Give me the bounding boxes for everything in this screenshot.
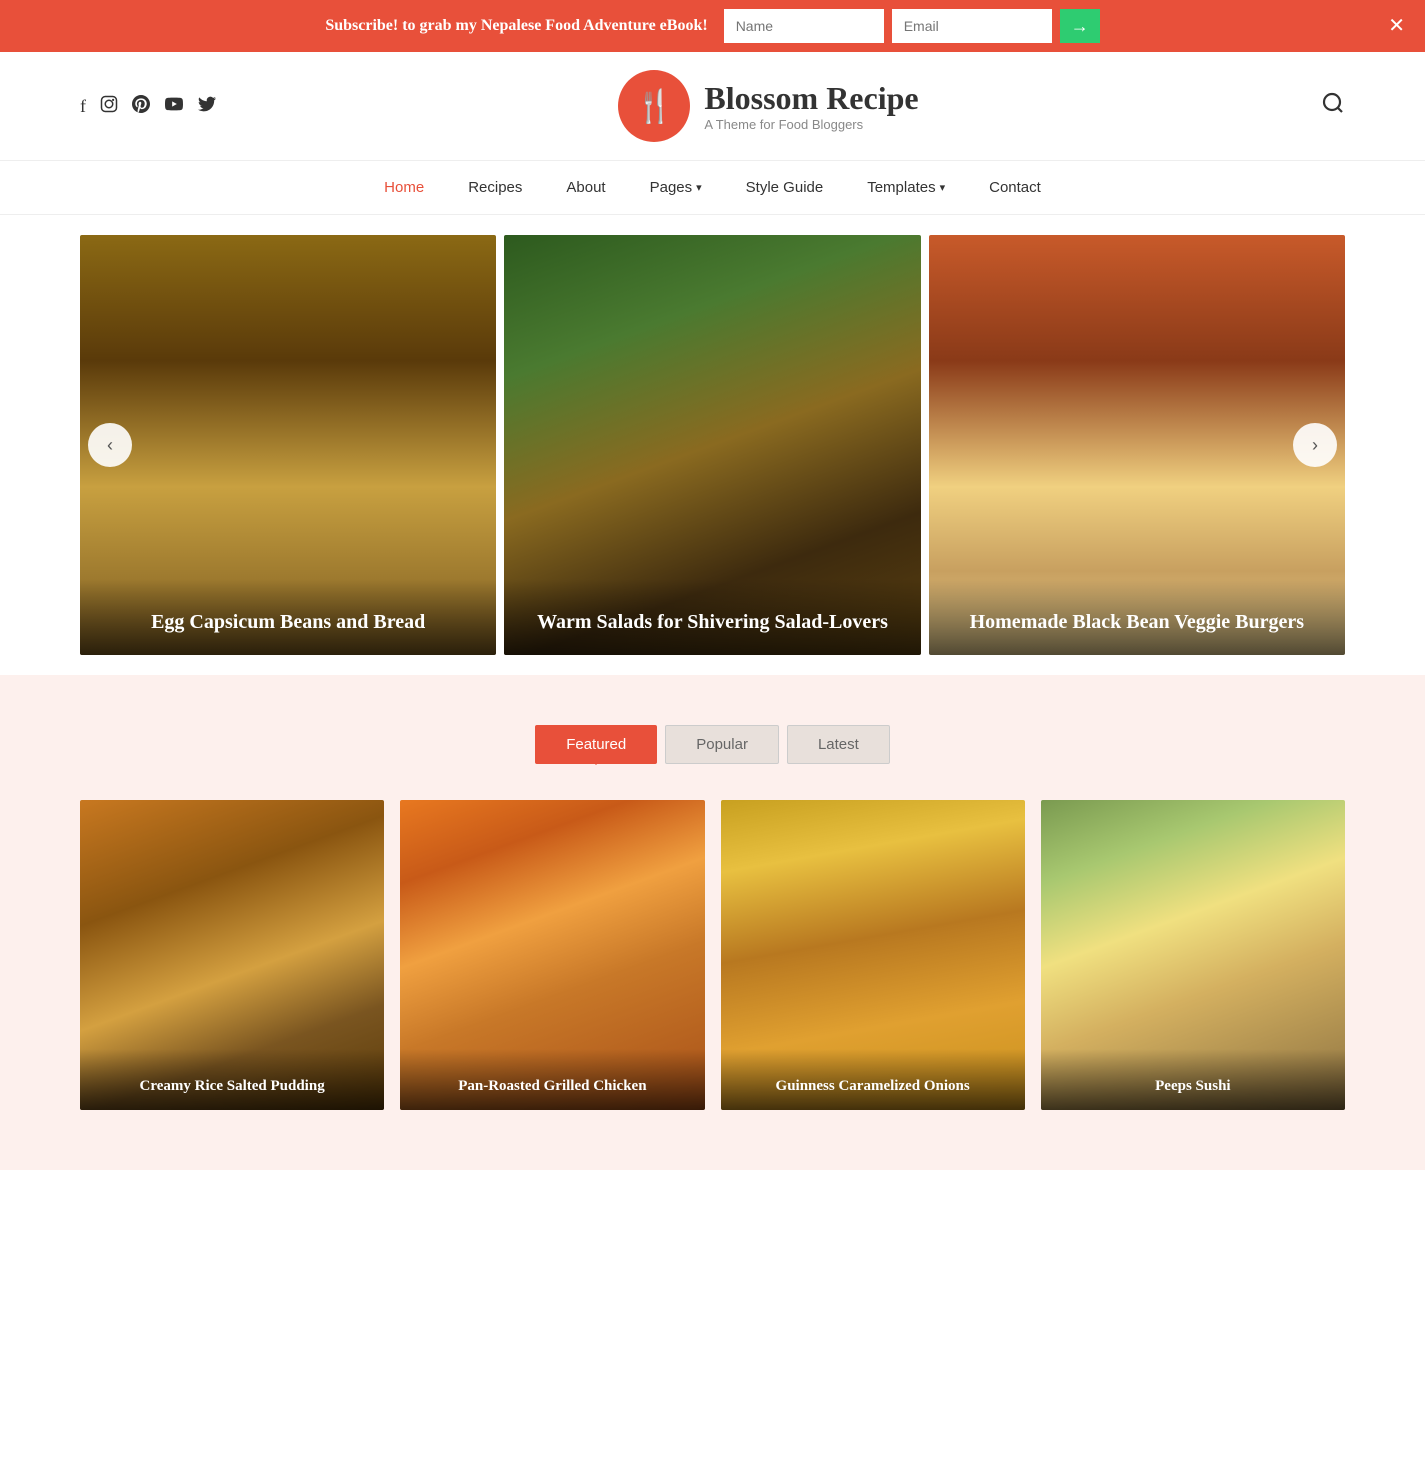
- site-header: f 🍴 Blossom Recipe A Theme for Food Blog…: [0, 52, 1425, 160]
- slide-3: Homemade Black Bean Veggie Burgers: [929, 235, 1345, 655]
- card-title-2: Pan-Roasted Grilled Chicken: [400, 1049, 704, 1111]
- nav-item-contact[interactable]: Contact: [967, 161, 1063, 214]
- card-2[interactable]: Pan-Roasted Grilled Chicken: [400, 800, 704, 1110]
- slide-title-2: Warm Salads for Shivering Salad-Lovers: [524, 609, 900, 635]
- slide-overlay-3: Homemade Black Bean Veggie Burgers: [929, 579, 1345, 655]
- featured-section: Featured Popular Latest Creamy Rice Salt…: [0, 675, 1425, 1170]
- logo-circle: 🍴: [618, 70, 690, 142]
- fork-icon: 🍴: [634, 87, 674, 125]
- main-nav: Home Recipes About Pages ▾ Style Guide T…: [0, 160, 1425, 215]
- announce-email-input[interactable]: [892, 9, 1052, 43]
- slide-1: Egg Capsicum Beans and Bread: [80, 235, 496, 655]
- site-logo[interactable]: 🍴 Blossom Recipe A Theme for Food Blogge…: [618, 70, 918, 142]
- templates-dropdown-chevron: ▾: [940, 181, 946, 194]
- facebook-icon[interactable]: f: [80, 96, 86, 117]
- slider-prev-button[interactable]: ‹: [88, 423, 132, 467]
- card-1[interactable]: Creamy Rice Salted Pudding: [80, 800, 384, 1110]
- card-title-4: Peeps Sushi: [1041, 1049, 1345, 1111]
- card-title-1: Creamy Rice Salted Pudding: [80, 1049, 384, 1111]
- card-title-3: Guinness Caramelized Onions: [721, 1049, 1025, 1111]
- slide-title-3: Homemade Black Bean Veggie Burgers: [949, 609, 1325, 635]
- twitter-icon[interactable]: [198, 95, 216, 118]
- tab-featured[interactable]: Featured: [535, 725, 657, 764]
- logo-subtitle: A Theme for Food Bloggers: [704, 117, 918, 132]
- tab-popular[interactable]: Popular: [665, 725, 779, 764]
- search-icon[interactable]: [1321, 91, 1345, 121]
- logo-title: Blossom Recipe: [704, 80, 918, 117]
- announce-name-input[interactable]: [724, 9, 884, 43]
- nav-item-pages[interactable]: Pages ▾: [628, 161, 724, 214]
- slide-2: Warm Salads for Shivering Salad-Lovers: [504, 235, 920, 655]
- slide-title-1: Egg Capsicum Beans and Bread: [100, 609, 476, 635]
- pages-dropdown-chevron: ▾: [696, 181, 702, 194]
- announce-close-button[interactable]: ✕: [1388, 16, 1405, 36]
- slider-next-button[interactable]: ›: [1293, 423, 1337, 467]
- cards-grid: Creamy Rice Salted Pudding Pan-Roasted G…: [80, 800, 1345, 1110]
- slide-overlay-2: Warm Salads for Shivering Salad-Lovers: [504, 579, 920, 655]
- nav-item-style-guide[interactable]: Style Guide: [724, 161, 846, 214]
- nav-item-about[interactable]: About: [544, 161, 627, 214]
- instagram-icon[interactable]: [100, 95, 118, 118]
- announce-text: Subscribe! to grab my Nepalese Food Adve…: [325, 17, 707, 35]
- nav-item-home[interactable]: Home: [362, 161, 446, 214]
- social-links: f: [80, 95, 216, 118]
- pinterest-icon[interactable]: [132, 95, 150, 118]
- hero-slider: ‹ Egg Capsicum Beans and Bread Warm Sala…: [0, 215, 1425, 675]
- youtube-icon[interactable]: [164, 95, 184, 118]
- tab-row: Featured Popular Latest: [80, 725, 1345, 764]
- nav-item-recipes[interactable]: Recipes: [446, 161, 544, 214]
- announce-form: →: [724, 9, 1100, 43]
- slider-container: Egg Capsicum Beans and Bread Warm Salads…: [80, 235, 1345, 655]
- announce-submit-button[interactable]: →: [1060, 9, 1100, 43]
- nav-item-templates[interactable]: Templates ▾: [845, 161, 967, 214]
- logo-text: Blossom Recipe A Theme for Food Bloggers: [704, 80, 918, 132]
- slide-overlay-1: Egg Capsicum Beans and Bread: [80, 579, 496, 655]
- card-4[interactable]: Peeps Sushi: [1041, 800, 1345, 1110]
- card-3[interactable]: Guinness Caramelized Onions: [721, 800, 1025, 1110]
- tab-latest[interactable]: Latest: [787, 725, 890, 764]
- announcement-bar: Subscribe! to grab my Nepalese Food Adve…: [0, 0, 1425, 52]
